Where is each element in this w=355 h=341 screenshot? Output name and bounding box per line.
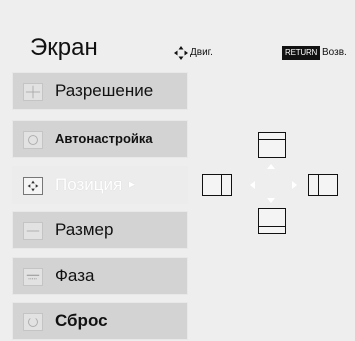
position-right-preview[interactable] bbox=[308, 174, 338, 196]
position-icon bbox=[23, 177, 43, 195]
auto-adjust-icon bbox=[23, 131, 43, 149]
arrow-down-icon[interactable] bbox=[267, 198, 275, 203]
menu-item-phase[interactable]: Фаза bbox=[12, 257, 188, 295]
position-down-preview[interactable] bbox=[258, 208, 286, 234]
menu-item-label: Размер bbox=[55, 220, 114, 239]
screen-menu-window: Экран Двиг. RETURN Возв. Разрешение Авто… bbox=[0, 0, 355, 341]
header: Экран Двиг. RETURN Возв. bbox=[0, 0, 355, 68]
menu-item-label: Разрешение bbox=[55, 81, 154, 100]
menu-item-label: Позиция ► bbox=[55, 175, 137, 194]
position-adjust-panel bbox=[188, 68, 355, 341]
menu-item-label: Сброс bbox=[55, 311, 108, 330]
menu-item-auto-adjust[interactable]: Автонастройка bbox=[12, 120, 188, 158]
menu-item-position[interactable]: Позиция ► bbox=[12, 166, 188, 204]
move-arrows-icon bbox=[174, 46, 188, 60]
settings-menu: Разрешение Автонастройка Позиция ► Разме… bbox=[12, 68, 188, 341]
position-left-preview[interactable] bbox=[202, 174, 232, 196]
position-up-preview[interactable] bbox=[258, 132, 286, 158]
submenu-arrow-icon: ► bbox=[126, 179, 137, 191]
return-key-badge: RETURN bbox=[282, 46, 321, 60]
menu-item-label: Фаза bbox=[55, 266, 95, 285]
resolution-icon bbox=[23, 83, 43, 101]
menu-item-resolution[interactable]: Разрешение bbox=[12, 72, 188, 110]
arrow-up-icon[interactable] bbox=[267, 164, 275, 169]
arrow-left-icon[interactable] bbox=[250, 181, 255, 189]
move-hint: Двиг. bbox=[190, 47, 213, 58]
menu-item-size[interactable]: Размер bbox=[12, 211, 188, 249]
arrow-right-icon[interactable] bbox=[292, 181, 297, 189]
reset-icon bbox=[23, 313, 43, 331]
menu-item-label: Автонастройка bbox=[55, 131, 153, 146]
phase-icon bbox=[23, 268, 43, 286]
back-hint: Возв. bbox=[322, 47, 347, 58]
size-icon bbox=[23, 222, 43, 240]
menu-item-reset[interactable]: Сброс bbox=[12, 302, 188, 340]
page-title: Экран bbox=[30, 34, 98, 61]
